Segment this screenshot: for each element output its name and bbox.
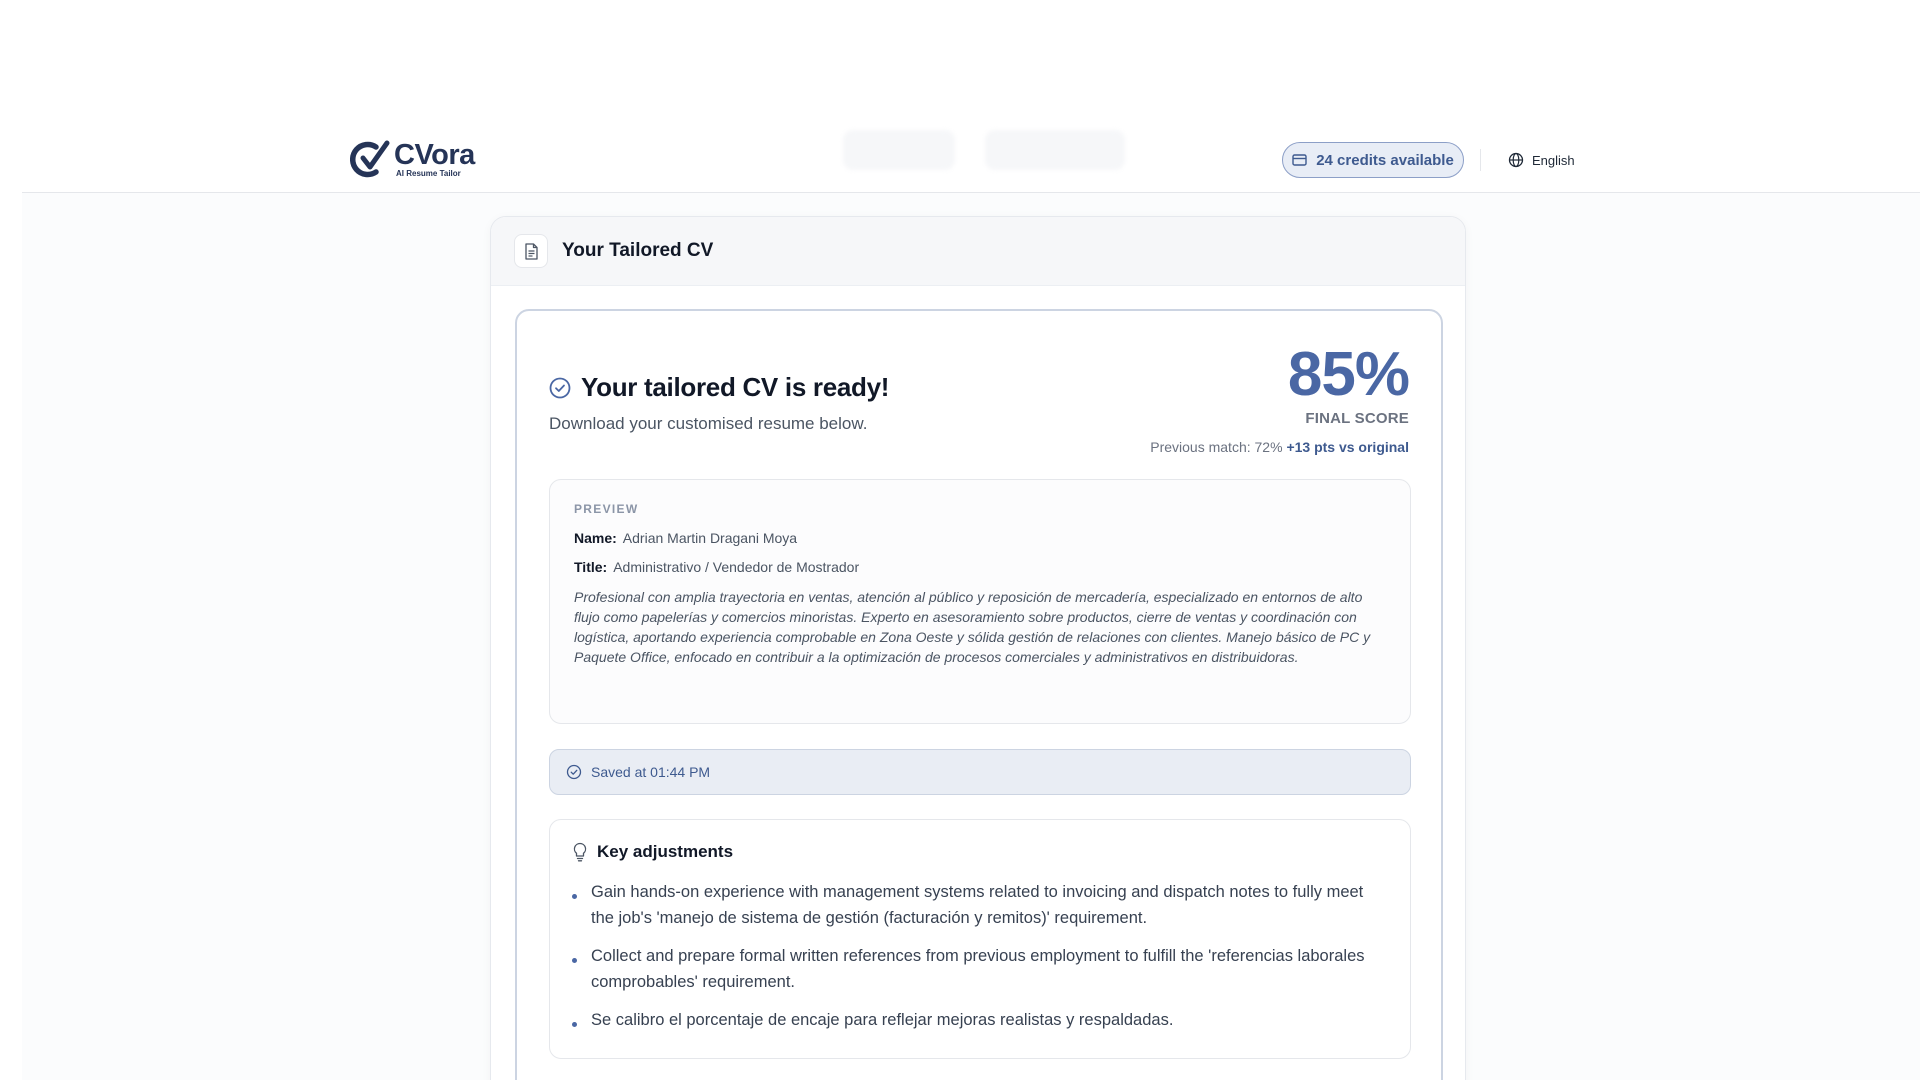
check-circle-icon [566, 764, 582, 780]
header-divider [1480, 149, 1481, 171]
previous-match-text: Previous match: 72% [1150, 439, 1283, 455]
tailored-cv-card: Your Tailored CV Your tailored CV is rea… [490, 216, 1466, 1080]
preview-label: PREVIEW [574, 502, 639, 516]
logo-tagline: AI Resume Tailor [396, 168, 461, 178]
language-label: English [1532, 152, 1575, 168]
check-circle-icon [549, 377, 571, 398]
score-label: FINAL SCORE [1305, 410, 1409, 427]
list-item: Se calibro el porcentaje de encaje para … [572, 1007, 1386, 1033]
top-header [22, 0, 1920, 193]
cv-preview: PREVIEW Name: Adrian Martin Dragani Moya … [549, 479, 1411, 724]
score-delta: +13 pts vs original [1286, 439, 1409, 455]
title-key: Title: [574, 559, 608, 575]
credits-label: 24 credits available [1316, 151, 1454, 169]
nav-placeholder-1 [843, 130, 955, 170]
name-value: Adrian Martin Dragani Moya [622, 530, 798, 546]
document-icon [514, 234, 548, 268]
score-value: 85% [1287, 340, 1410, 409]
ready-title: Your tailored CV is ready! [581, 372, 890, 402]
card-title: Your Tailored CV [562, 240, 714, 261]
ready-subtitle: Download your customised resume below. [549, 414, 868, 433]
preview-name-row: Name: Adrian Martin Dragani Moya [574, 530, 1386, 546]
list-item: Gain hands-on experience with management… [572, 879, 1386, 931]
saved-status: Saved at 01:44 PM [549, 749, 1411, 795]
lightbulb-icon [573, 842, 587, 862]
result-panel: Your tailored CV is ready! Download your… [515, 309, 1443, 1080]
previous-match: Previous match: 72% +13 pts vs original [1150, 439, 1409, 455]
credit-card-icon [1292, 154, 1307, 166]
language-selector[interactable]: English [1508, 150, 1575, 170]
credits-badge[interactable]: 24 credits available [1282, 142, 1464, 178]
nav-placeholder-2 [985, 130, 1125, 170]
card-header: Your Tailored CV [491, 217, 1465, 286]
adjustments-list: Gain hands-on experience with management… [572, 879, 1386, 1033]
saved-text: Saved at 01:44 PM [591, 764, 711, 780]
globe-icon [1508, 152, 1524, 168]
adjustments-title: Key adjustments [597, 842, 734, 861]
logo-name: CVora [394, 138, 475, 171]
page: CVora AI Resume Tailor 24 credits availa… [0, 0, 1920, 1080]
app-logo[interactable]: CVora AI Resume Tailor [350, 139, 475, 179]
cvora-logo-icon [350, 139, 392, 179]
key-adjustments: Key adjustments Gain hands-on experience… [549, 819, 1411, 1059]
list-item: Collect and prepare formal written refer… [572, 943, 1386, 995]
title-value: Administrativo / Vendedor de Mostrador [613, 559, 860, 575]
preview-summary: Profesional con amplia trayectoria en ve… [574, 589, 1371, 665]
final-score: 85% FINAL SCORE Previous match: 72% +13 … [1150, 340, 1410, 456]
name-key: Name: [574, 530, 617, 546]
preview-title-row: Title: Administrativo / Vendedor de Mostr… [574, 559, 1386, 575]
